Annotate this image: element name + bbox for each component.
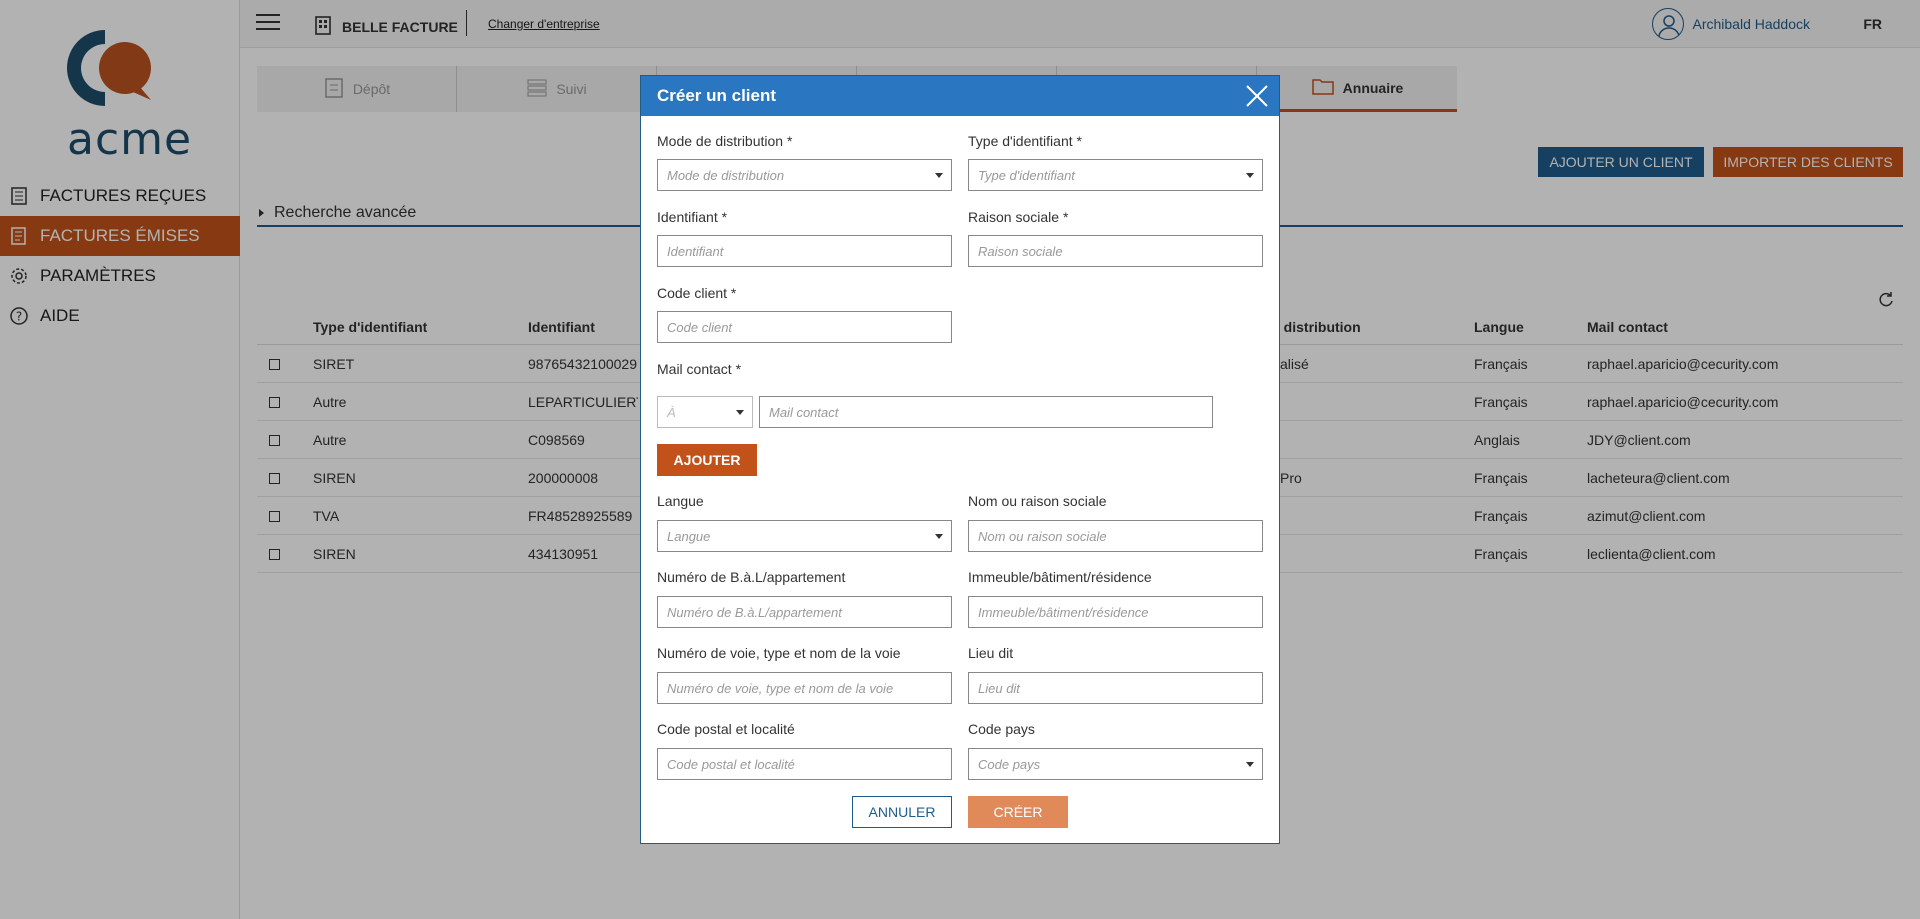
voie-input[interactable]: Numéro de voie, type et nom de la voie (657, 672, 952, 704)
identifiant-input[interactable]: Identifiant (657, 235, 952, 267)
raison-label: Raison sociale * (968, 209, 1069, 225)
chevron-down-icon (1246, 762, 1254, 767)
type-placeholder: Type d'identifiant (978, 167, 1075, 183)
mode-label: Mode de distribution * (657, 133, 793, 149)
mail-prefix-value: À (667, 404, 676, 420)
modal-title: Créer un client (657, 86, 777, 105)
chevron-down-icon (1246, 173, 1254, 178)
type-select[interactable]: Type d'identifiant (968, 159, 1263, 191)
chevron-down-icon (935, 534, 943, 539)
close-icon[interactable] (1245, 84, 1269, 108)
cp-label: Code postal et localité (657, 721, 795, 737)
pays-select[interactable]: Code pays (968, 748, 1263, 780)
pays-placeholder: Code pays (978, 756, 1041, 772)
langue-placeholder: Langue (667, 528, 711, 544)
chevron-down-icon (736, 410, 744, 415)
code-client-input[interactable]: Code client (657, 311, 952, 343)
immeuble-input[interactable]: Immeuble/bâtiment/résidence (968, 596, 1263, 628)
bal-label: Numéro de B.à.L/appartement (657, 569, 846, 585)
nom-label: Nom ou raison sociale (968, 493, 1107, 509)
lieu-input[interactable]: Lieu dit (968, 672, 1263, 704)
mail-prefix-select[interactable]: À (657, 396, 753, 428)
mode-select[interactable]: Mode de distribution (657, 159, 952, 191)
create-client-modal: Créer un client Mode de distribution * M… (640, 75, 1280, 844)
bal-input[interactable]: Numéro de B.à.L/appartement (657, 596, 952, 628)
code-client-label: Code client * (657, 285, 737, 301)
langue-label: Langue (657, 493, 704, 509)
cancel-button[interactable]: ANNULER (852, 796, 952, 828)
create-button[interactable]: CRÉER (968, 796, 1068, 828)
lieu-label: Lieu dit (968, 645, 1014, 661)
langue-select[interactable]: Langue (657, 520, 952, 552)
identifiant-label: Identifiant * (657, 209, 728, 225)
modal-header: Créer un client (641, 76, 1279, 116)
raison-input[interactable]: Raison sociale (968, 235, 1263, 267)
immeuble-label: Immeuble/bâtiment/résidence (968, 569, 1152, 585)
type-label: Type d'identifiant * (968, 133, 1082, 149)
nom-input[interactable]: Nom ou raison sociale (968, 520, 1263, 552)
add-mail-button[interactable]: AJOUTER (657, 444, 757, 476)
chevron-down-icon (935, 173, 943, 178)
mail-input[interactable]: Mail contact (759, 396, 1213, 428)
voie-label: Numéro de voie, type et nom de la voie (657, 645, 901, 661)
pays-label: Code pays (968, 721, 1035, 737)
mail-label: Mail contact * (657, 361, 742, 377)
cp-input[interactable]: Code postal et localité (657, 748, 952, 780)
mode-placeholder: Mode de distribution (667, 167, 785, 183)
